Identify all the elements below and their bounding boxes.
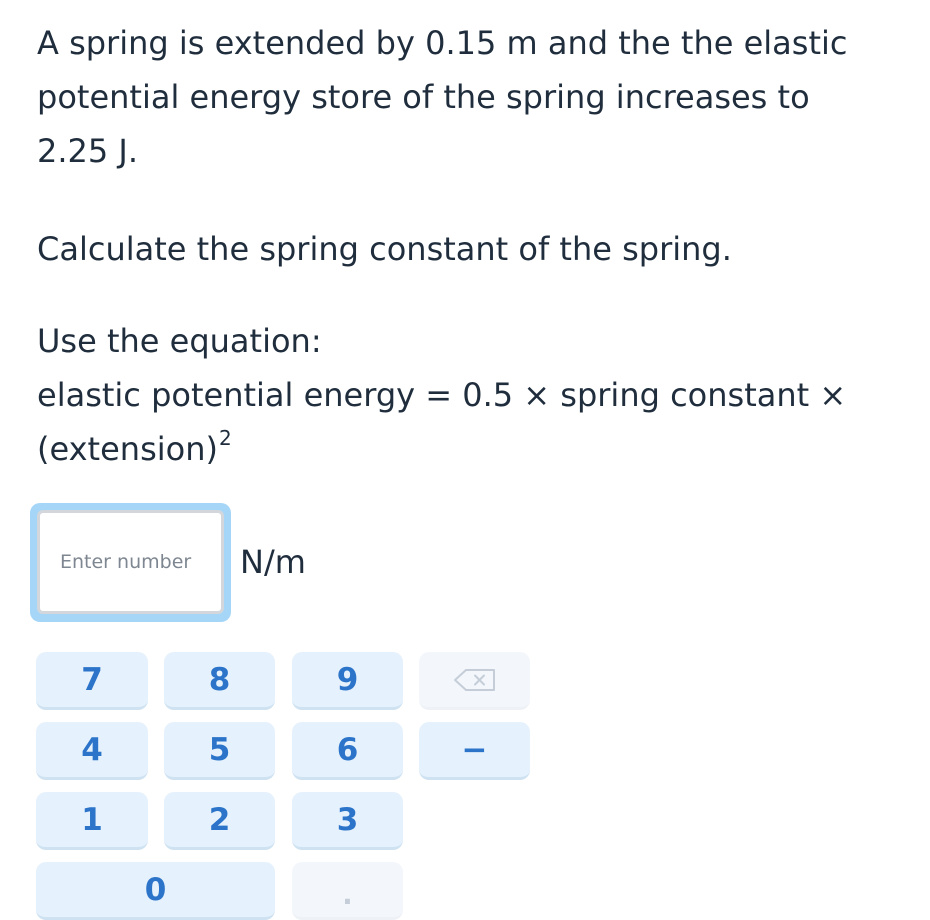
minus-key[interactable]: − bbox=[419, 722, 530, 780]
key-2[interactable]: 2 bbox=[164, 792, 275, 850]
question-line-2: potential energy store of the spring inc… bbox=[37, 78, 810, 116]
answer-input-focus-ring bbox=[30, 503, 231, 622]
calculate-instruction: Calculate the spring constant of the spr… bbox=[37, 230, 732, 268]
equation: elastic potential energy = 0.5 × spring … bbox=[37, 368, 907, 476]
key-0[interactable]: 0 bbox=[36, 862, 275, 920]
equation-line-2: (extension) bbox=[37, 430, 218, 468]
question-line-3: 2.25 J. bbox=[37, 132, 139, 170]
decimal-point-label: . bbox=[342, 878, 353, 911]
question-intro: A spring is extended by 0.15 m and the t… bbox=[37, 16, 907, 178]
key-5[interactable]: 5 bbox=[164, 722, 275, 780]
exponent: 2 bbox=[218, 426, 232, 450]
question-line-1: A spring is extended by 0.15 m and the t… bbox=[37, 24, 848, 62]
key-3[interactable]: 3 bbox=[292, 792, 403, 850]
equation-line-1: elastic potential energy = 0.5 × spring … bbox=[37, 376, 847, 414]
unit-label: N/m bbox=[240, 543, 306, 581]
key-4[interactable]: 4 bbox=[36, 722, 148, 780]
key-1[interactable]: 1 bbox=[36, 792, 148, 850]
use-equation-label: Use the equation: bbox=[37, 322, 322, 360]
backspace-button[interactable] bbox=[419, 652, 530, 710]
question-text: A spring is extended by 0.15 m and the t… bbox=[37, 16, 907, 476]
key-7[interactable]: 7 bbox=[36, 652, 148, 710]
decimal-point-key[interactable]: . bbox=[292, 862, 403, 920]
key-8[interactable]: 8 bbox=[164, 652, 275, 710]
answer-input[interactable] bbox=[37, 510, 224, 614]
key-9[interactable]: 9 bbox=[292, 652, 403, 710]
backspace-icon bbox=[453, 668, 495, 691]
key-6[interactable]: 6 bbox=[292, 722, 403, 780]
